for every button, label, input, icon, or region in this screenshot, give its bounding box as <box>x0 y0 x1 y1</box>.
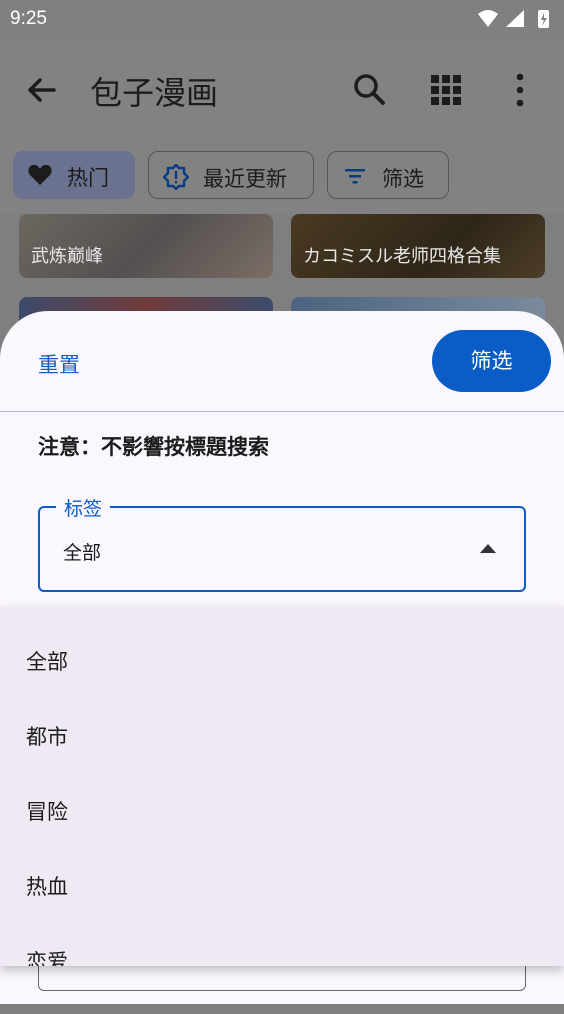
chip-recent-update[interactable]: 最近更新 <box>148 151 314 199</box>
tag-dropdown[interactable]: 标签 全部 <box>38 494 526 592</box>
caret-up-icon <box>480 544 496 553</box>
app-bar: 包子漫画 <box>0 38 564 138</box>
notice-text: 注意：不影響按標題搜索 <box>38 435 269 459</box>
page-title: 包子漫画 <box>90 74 219 112</box>
filter-icon <box>345 169 365 184</box>
chip-label: 热门 <box>67 166 109 190</box>
chip-label: 最近更新 <box>203 167 287 191</box>
tag-dropdown-menu: 全部 都市 冒险 热血 恋爱 <box>0 607 564 966</box>
grid-view-icon[interactable] <box>424 68 468 112</box>
update-icon <box>163 164 189 190</box>
tag-dropdown-value: 全部 <box>63 542 102 564</box>
comic-title: 武炼巅峰 <box>31 246 103 267</box>
signal-icon <box>506 10 524 27</box>
battery-icon <box>538 10 549 28</box>
status-icons <box>478 10 549 28</box>
menu-item[interactable]: 恋爱 <box>0 922 564 966</box>
divider <box>0 411 564 412</box>
chip-filter[interactable]: 筛选 <box>327 151 449 199</box>
reset-button[interactable]: 重置 <box>38 349 80 379</box>
more-vert-icon[interactable] <box>498 68 542 112</box>
tag-dropdown-label: 标签 <box>56 494 111 521</box>
comic-card[interactable]: カコミスル老师四格合集 <box>291 214 545 278</box>
menu-item[interactable]: 冒险 <box>0 772 564 847</box>
search-icon[interactable] <box>348 68 392 112</box>
chip-row: 热门 最近更新 筛选 <box>0 138 564 214</box>
wifi-icon <box>478 10 498 27</box>
menu-item[interactable]: 全部 <box>0 622 564 697</box>
status-bar: 9:25 <box>0 0 564 38</box>
menu-item[interactable]: 都市 <box>0 697 564 772</box>
chip-hot[interactable]: 热门 <box>13 151 135 199</box>
chip-label: 筛选 <box>382 167 424 191</box>
menu-item[interactable]: 热血 <box>0 847 564 922</box>
back-arrow-icon[interactable] <box>20 70 64 110</box>
status-time: 9:25 <box>10 8 47 29</box>
comic-title: カコミスル老师四格合集 <box>303 246 501 267</box>
heart-icon <box>28 164 52 185</box>
apply-filter-button[interactable]: 筛选 <box>432 330 551 392</box>
comic-card[interactable]: 武炼巅峰 <box>19 214 273 278</box>
